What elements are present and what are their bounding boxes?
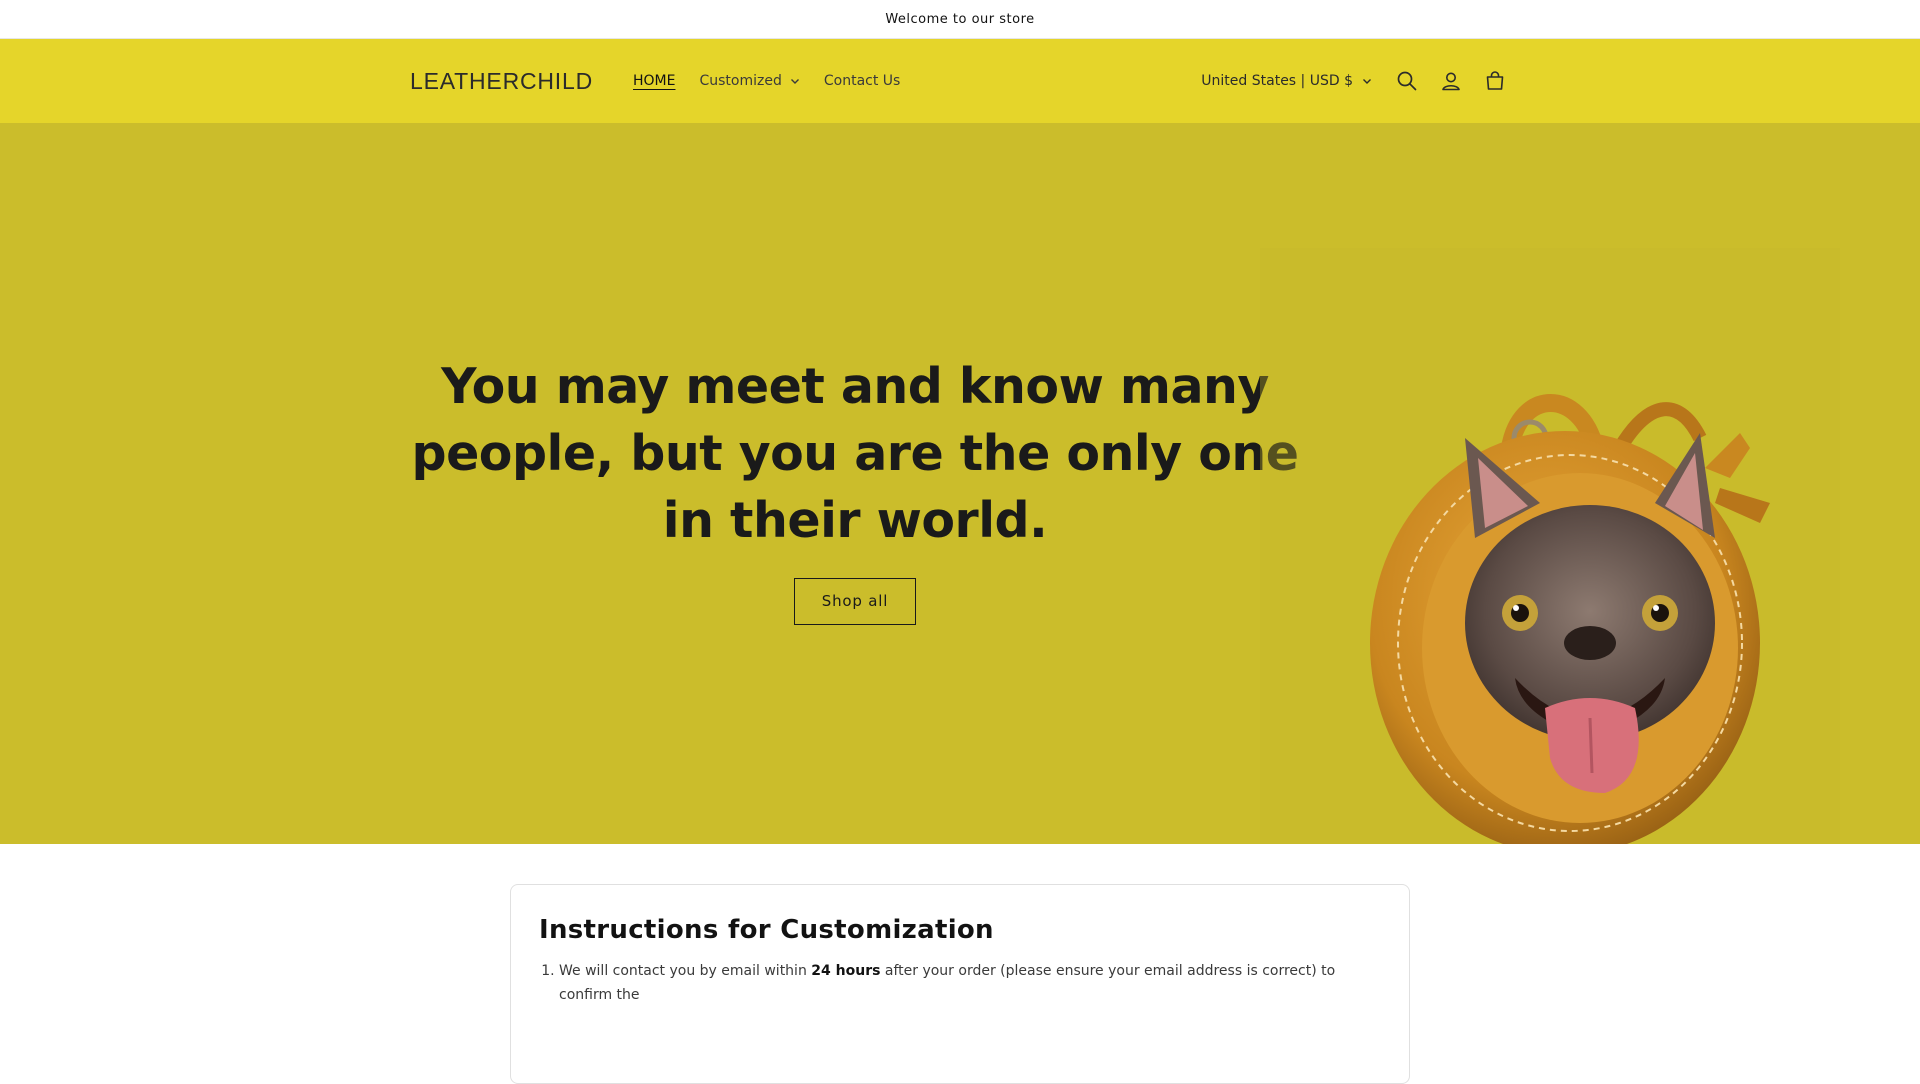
hero-banner: You may meet and know many people, but y… xyxy=(0,123,1920,844)
customization-instructions: Instructions for Customization We will c… xyxy=(510,884,1410,1084)
french-bulldog-image xyxy=(1260,248,1840,844)
chevron-down-icon xyxy=(790,79,799,84)
instructions-item-text: We will contact you by email within xyxy=(559,963,812,979)
announcement-text: Welcome to our store xyxy=(885,11,1035,27)
search-button[interactable] xyxy=(1392,66,1422,96)
nav-item-customized-label: Customized xyxy=(699,73,782,89)
nav-item-home[interactable]: HOME xyxy=(633,73,675,89)
hero-heading: You may meet and know many people, but y… xyxy=(411,358,1299,549)
locale-label: United States | USD $ xyxy=(1201,73,1353,89)
instructions-list: We will contact you by email within 24 h… xyxy=(539,959,1381,1007)
nav-item-contact[interactable]: Contact Us xyxy=(824,73,900,89)
cart-icon xyxy=(1486,71,1504,90)
site-header: LEATHERCHILD HOME Customized Contact Us … xyxy=(0,39,1920,123)
search-icon xyxy=(1397,71,1417,91)
hero-content: You may meet and know many people, but y… xyxy=(410,353,1300,625)
chevron-down-icon xyxy=(1363,79,1371,84)
locale-selector[interactable]: United States | USD $ xyxy=(1201,73,1372,89)
nav-item-customized[interactable]: Customized xyxy=(699,73,799,89)
cart-button[interactable] xyxy=(1480,66,1510,96)
instructions-title: Instructions for Customization xyxy=(539,915,994,945)
store-logo[interactable]: LEATHERCHILD xyxy=(410,68,593,95)
instructions-item-bold: 24 hours xyxy=(811,963,881,979)
nav-item-home-label: HOME xyxy=(633,73,676,89)
nav-item-contact-label: Contact Us xyxy=(823,73,901,89)
announcement-bar: Welcome to our store xyxy=(0,0,1920,39)
account-icon xyxy=(1442,72,1460,91)
shop-all-button[interactable]: Shop all xyxy=(794,578,916,625)
account-button[interactable] xyxy=(1436,66,1466,96)
header-inner: LEATHERCHILD HOME Customized Contact Us … xyxy=(410,39,1510,123)
instructions-item: We will contact you by email within 24 h… xyxy=(559,959,1381,1007)
header-actions: United States | USD $ xyxy=(1201,66,1510,96)
main-nav: HOME Customized Contact Us xyxy=(633,73,900,89)
